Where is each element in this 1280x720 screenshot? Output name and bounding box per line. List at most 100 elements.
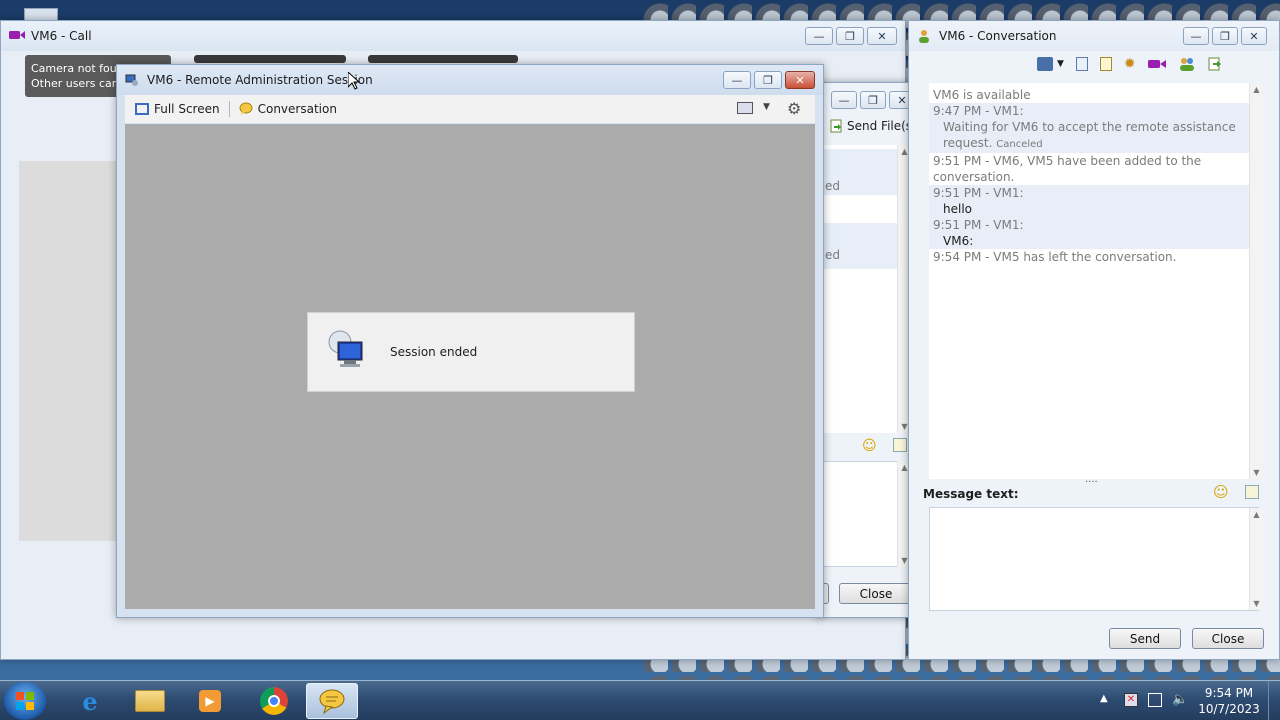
taskbar-file-explorer[interactable] xyxy=(124,683,176,719)
call-toolbar-slot[interactable] xyxy=(194,55,346,63)
remote-computer-icon xyxy=(326,328,372,376)
send-button[interactable]: Send xyxy=(1109,628,1181,649)
volume-muted-icon[interactable]: 🔈 xyxy=(1172,692,1188,707)
show-desktop-button[interactable] xyxy=(1268,681,1280,720)
conversation-window: VM6 - Conversation — ❐ ✕ ▼ ✹ VM6 is avai… xyxy=(908,20,1280,660)
media-player-icon: ▶ xyxy=(199,690,221,712)
conversation-close-button[interactable]: Close xyxy=(1192,628,1264,649)
call-window-titlebar[interactable]: VM6 - Call — ❐ ✕ xyxy=(1,21,905,51)
taskbar-media-player[interactable]: ▶ xyxy=(184,683,236,719)
emoji-icon[interactable]: ☺ xyxy=(862,438,877,454)
folder-icon xyxy=(135,690,165,712)
send-files-button[interactable]: Send File(s) xyxy=(829,119,917,133)
message-line: 9:51 PM - VM1: xyxy=(933,218,1024,232)
file-list-icon[interactable] xyxy=(1075,57,1088,71)
show-hidden-icons[interactable]: ▲ xyxy=(1100,693,1108,704)
format-icon[interactable] xyxy=(893,438,907,452)
clock-date: 10/7/2023 xyxy=(1198,702,1260,716)
maximize-button[interactable]: ❐ xyxy=(754,71,782,89)
message-history: VM6 is available 9:47 PM - VM1: Waiting … xyxy=(929,83,1259,479)
add-contacts-icon[interactable] xyxy=(1178,56,1196,72)
minimize-button[interactable]: — xyxy=(723,71,751,89)
conversation-button[interactable]: Conversation xyxy=(239,102,337,116)
splitter-grip[interactable]: ···· xyxy=(1085,477,1098,488)
remote-session-titlebar[interactable]: VM6 - Remote Administration Session — ❐ … xyxy=(117,65,823,95)
minimize-button[interactable]: — xyxy=(1183,27,1209,45)
call-toolbar-slot[interactable] xyxy=(368,55,518,63)
chat-bubble-icon xyxy=(318,688,346,715)
message-line: VM6 is available xyxy=(933,88,1031,102)
conversation-toolbar: ▼ ✹ xyxy=(1037,55,1263,73)
message-text-label: Message text: xyxy=(923,487,1019,501)
chevron-down-icon[interactable]: ▼ xyxy=(763,102,770,112)
video-camera-icon xyxy=(9,29,25,43)
clock[interactable]: 9:54 PM 10/7/2023 xyxy=(1196,685,1262,717)
video-call-icon[interactable] xyxy=(1147,58,1166,70)
session-status-text: Session ended xyxy=(390,345,478,359)
notes-icon[interactable] xyxy=(1099,57,1112,71)
display-select-icon[interactable] xyxy=(737,102,753,114)
remote-session-icon xyxy=(125,73,141,87)
maximize-button[interactable]: ❐ xyxy=(1212,27,1238,45)
full-screen-icon xyxy=(135,103,149,115)
message-line: 9:54 PM - VM5 has left the conversation. xyxy=(933,250,1177,264)
windows-logo-icon xyxy=(16,692,34,710)
session-ended-dialog: Session ended xyxy=(307,312,635,392)
close-button[interactable]: ✕ xyxy=(1241,27,1267,45)
format-icon[interactable] xyxy=(1245,485,1259,499)
conversation-titlebar[interactable]: VM6 - Conversation — ❐ ✕ xyxy=(909,21,1279,51)
remote-session-window: VM6 - Remote Administration Session — ❐ … xyxy=(116,64,824,618)
message-line: request. Canceled xyxy=(929,135,1259,153)
input-scrollbar[interactable]: ▲ ▼ xyxy=(1249,508,1263,610)
middle-close-button[interactable]: Close xyxy=(839,583,913,604)
emoji-icon[interactable]: ☺ xyxy=(1213,483,1229,501)
settings-gear-icon[interactable]: ⚙ xyxy=(787,99,801,118)
canceled-tag: Canceled xyxy=(996,139,1043,150)
conversation-title: VM6 - Conversation xyxy=(939,29,1057,43)
contact-icon xyxy=(917,29,933,43)
message-text: request. xyxy=(943,136,993,150)
internet-explorer-icon: e xyxy=(82,686,98,716)
export-icon[interactable] xyxy=(1208,57,1222,71)
message-line: 9:51 PM - VM1: xyxy=(933,186,1024,200)
message-line: hello xyxy=(943,202,972,216)
remote-assist-icon[interactable] xyxy=(1037,57,1053,71)
minimize-button[interactable]: — xyxy=(831,91,857,109)
full-screen-button[interactable]: Full Screen xyxy=(135,102,220,116)
taskbar-internet-explorer[interactable]: e xyxy=(64,683,116,719)
full-screen-label: Full Screen xyxy=(154,102,220,116)
maximize-button[interactable]: ❐ xyxy=(836,27,864,45)
remote-desktop-canvas[interactable]: Session ended xyxy=(125,124,815,609)
message-input[interactable] xyxy=(929,507,1259,611)
taskbar: e ▶ ▲ ✕ 🔈 9:54 PM 10/7/2023 xyxy=(0,680,1280,720)
taskbar-chrome[interactable] xyxy=(248,683,300,719)
middle-chat-area: ed ed xyxy=(823,145,903,433)
minimize-button[interactable]: — xyxy=(805,27,833,45)
network-error-icon[interactable]: ✕ xyxy=(1124,693,1138,707)
middle-input-area[interactable] xyxy=(823,461,903,567)
send-files-label: Send File(s) xyxy=(847,119,917,133)
partial-text: ed xyxy=(825,248,840,262)
message-line: conversation. xyxy=(933,170,1015,184)
conversation-label: Conversation xyxy=(257,102,337,116)
remote-session-toolbar: Full Screen Conversation ▼ ⚙ xyxy=(125,95,815,123)
call-window-title: VM6 - Call xyxy=(31,29,92,43)
chevron-down-icon[interactable]: ▼ xyxy=(1057,59,1064,69)
close-button[interactable]: ✕ xyxy=(785,71,815,89)
maximize-button[interactable]: ❐ xyxy=(860,91,886,109)
taskbar-messenger[interactable] xyxy=(306,683,358,719)
message-line: 9:51 PM - VM6, VM5 have been added to th… xyxy=(933,154,1202,168)
message-line: 9:47 PM - VM1: xyxy=(933,104,1024,118)
remote-session-title: VM6 - Remote Administration Session xyxy=(147,73,373,87)
toolbar-separator xyxy=(228,101,230,117)
clock-time: 9:54 PM xyxy=(1204,686,1254,700)
start-button[interactable] xyxy=(4,682,46,720)
settings-gear-icon[interactable]: ✹ xyxy=(1124,56,1136,72)
conversation-icon xyxy=(239,102,253,116)
chrome-icon xyxy=(260,687,288,715)
history-scrollbar[interactable]: ▲ ▼ xyxy=(1249,83,1263,479)
action-center-icon[interactable] xyxy=(1148,693,1162,707)
close-button[interactable]: ✕ xyxy=(867,27,897,45)
partial-text: ed xyxy=(825,179,840,193)
video-area xyxy=(19,161,129,541)
